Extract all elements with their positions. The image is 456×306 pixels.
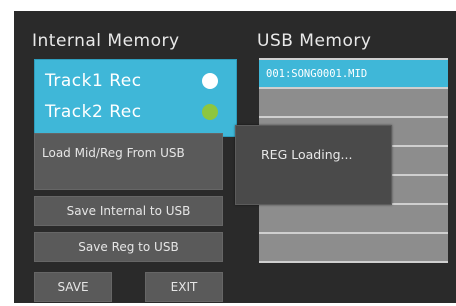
usb-file-row[interactable] bbox=[259, 234, 448, 262]
load-mid-reg-button[interactable]: Load Mid/Reg From USB bbox=[34, 133, 223, 190]
loading-message: REG Loading... bbox=[261, 147, 353, 162]
usb-file-row[interactable]: 001:SONG0001.MID bbox=[259, 60, 448, 88]
save-button[interactable]: SAVE bbox=[34, 272, 112, 302]
internal-memory-title: Internal Memory bbox=[32, 31, 180, 51]
track2-rec-row[interactable]: Track2 Rec bbox=[45, 97, 228, 127]
recorder-screen: Internal Memory USB Memory Track1 Rec Tr… bbox=[14, 11, 456, 303]
save-internal-to-usb-button[interactable]: Save Internal to USB bbox=[34, 196, 223, 226]
save-reg-to-usb-button[interactable]: Save Reg to USB bbox=[34, 232, 223, 262]
track2-indicator-icon bbox=[202, 104, 218, 120]
usb-memory-title: USB Memory bbox=[257, 31, 372, 51]
track2-rec-label: Track2 Rec bbox=[45, 102, 142, 122]
exit-button[interactable]: EXIT bbox=[145, 272, 223, 302]
track1-rec-row[interactable]: Track1 Rec bbox=[45, 66, 228, 96]
track1-rec-label: Track1 Rec bbox=[45, 71, 142, 91]
internal-track-panel[interactable]: Track1 Rec Track2 Rec bbox=[34, 59, 237, 137]
loading-popup: REG Loading... bbox=[235, 125, 392, 205]
usb-file-row[interactable] bbox=[259, 205, 448, 233]
track1-indicator-icon bbox=[202, 73, 218, 89]
usb-file-row[interactable] bbox=[259, 89, 448, 117]
